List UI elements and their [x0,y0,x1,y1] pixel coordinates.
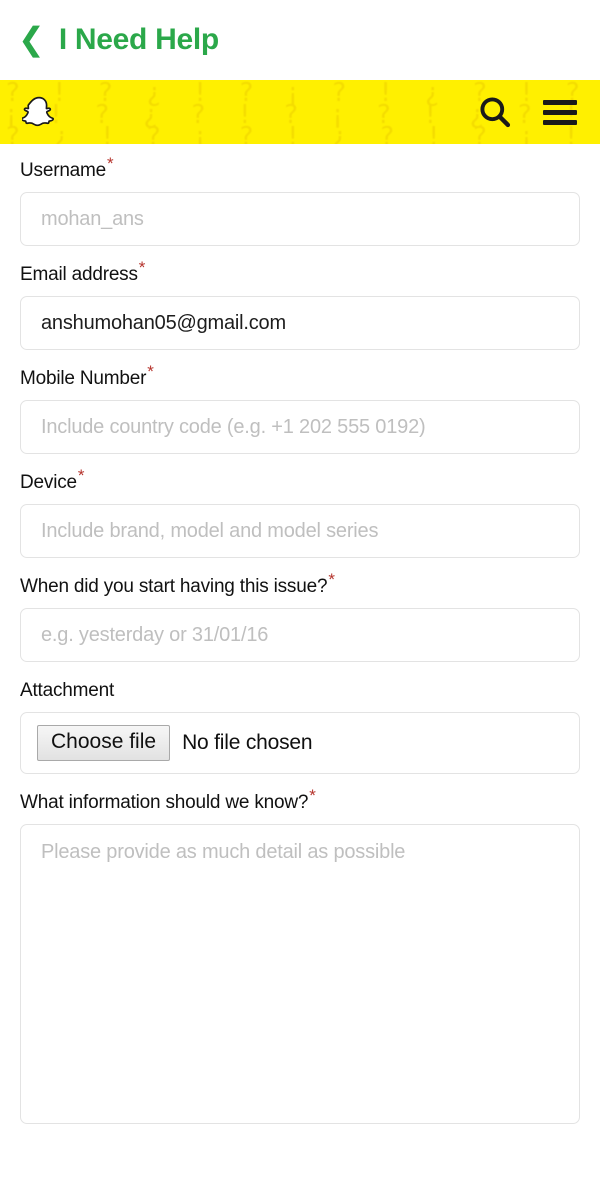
page-title: I Need Help [58,23,219,56]
label-text: Mobile Number [20,368,147,389]
file-upload-control[interactable]: Choose file No file chosen [20,712,580,774]
search-glyph [480,97,511,128]
mobile-number-input[interactable] [20,400,580,454]
required-asterisk: * [77,465,85,485]
label-text: What information should we know? [20,792,309,813]
label-text: Attachment [20,680,115,701]
field-label-attachment: Attachment [20,680,114,702]
field-issue-start-date: When did you start having this issue?* [20,571,580,662]
support-request-form: Username* Email address* Mobile Number* … [0,155,600,1124]
hamburger-line-3 [543,119,577,125]
required-asterisk: * [107,153,114,173]
field-label-issue-start-date: When did you start having this issue?* [20,571,335,598]
field-username: Username* [20,155,580,246]
field-attachment: Attachment Choose file No file chosen [20,680,580,774]
required-asterisk: * [328,569,335,589]
details-textarea[interactable] [20,824,580,1124]
page-header: ❮ I Need Help [0,0,600,80]
hamburger-lines [543,99,577,125]
snapchat-ghost-icon[interactable] [20,93,58,131]
hamburger-menu-icon[interactable] [540,92,580,132]
search-icon[interactable] [472,89,518,135]
issue-start-date-input[interactable] [20,608,580,662]
field-label-details: What information should we know?* [20,787,316,814]
device-input[interactable] [20,504,580,558]
hamburger-line-2 [543,109,577,115]
hamburger-line-1 [543,99,577,105]
field-mobile-number: Mobile Number* [20,363,580,454]
email-input[interactable] [20,296,580,350]
label-text: When did you start having this issue? [20,576,328,597]
snapchat-support-navbar: ? ! ? ¿ ! ? ¡ ? ! ¿ ? ! ? ¡ ! ? ¿ ? ! ? … [0,80,600,144]
field-label-username: Username* [20,155,114,182]
username-input[interactable] [20,192,580,246]
chevron-left-icon[interactable]: ❮ [18,23,45,55]
field-label-email: Email address* [20,259,145,286]
snapchat-ghost-glyph [22,96,55,127]
required-asterisk: * [138,257,146,277]
field-label-device: Device* [20,467,85,494]
required-asterisk: * [147,361,154,381]
choose-file-button[interactable]: Choose file [37,725,171,761]
field-label-mobile-number: Mobile Number* [20,363,154,390]
field-details: What information should we know?* [20,787,580,1124]
label-text: Email address [20,264,138,285]
label-text: Device [20,472,77,493]
field-device: Device* [20,467,580,558]
file-status-text: No file chosen [182,731,313,754]
field-email: Email address* [20,259,580,350]
required-asterisk: * [309,785,316,805]
label-text: Username [20,160,107,181]
